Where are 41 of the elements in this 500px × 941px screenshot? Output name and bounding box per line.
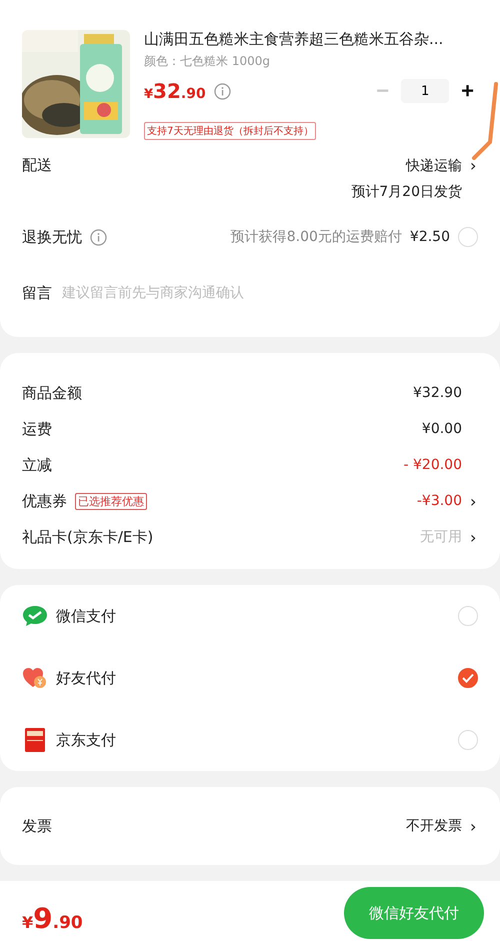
summary-value: ¥32.90	[413, 385, 462, 401]
summary-label: 礼品卡(京东卡/E卡)	[22, 528, 154, 546]
payment-option[interactable]: 微信支付	[56, 606, 116, 626]
coupon-tag: 已选推荐优惠	[75, 492, 147, 510]
quantity-field[interactable]: 1	[401, 79, 450, 103]
total-price: ¥9.90	[22, 901, 83, 936]
delivery-label: 配送	[22, 156, 52, 176]
insurance-checkbox[interactable]	[458, 227, 478, 247]
product-variant: 颜色：七色糙米 1000g	[144, 53, 271, 70]
insurance-note: 预计获得8.00元的运费赔付	[230, 228, 402, 246]
payment-option[interactable]: 京东支付	[56, 730, 116, 750]
delivery-method[interactable]: 快递运输	[406, 156, 462, 174]
return-policy-tag: 支持7天无理由退货（拆封后不支持）	[144, 122, 316, 140]
summary-value[interactable]: -¥3.00	[416, 493, 462, 509]
info-icon[interactable]	[214, 82, 231, 100]
summary-value: - ¥20.00	[404, 457, 462, 473]
product-title[interactable]: 山满田五色糙米主食营养超三色糙米五谷杂...	[144, 30, 478, 49]
insurance-label: 退换无忧	[22, 228, 82, 246]
insurance-price: ¥2.50	[410, 229, 450, 245]
invoice-value[interactable]: 不开发票	[406, 817, 462, 835]
summary-label: 运费	[22, 420, 52, 438]
message-label: 留言	[22, 284, 52, 302]
summary-label: 商品金额	[22, 384, 82, 402]
summary-value: ¥0.00	[422, 421, 462, 437]
plus-button[interactable]: +	[457, 78, 478, 104]
payment-radio[interactable]	[458, 668, 478, 688]
chevron-icon[interactable]: ›	[470, 156, 478, 175]
heart-coin-icon	[22, 666, 48, 690]
invoice-label: 发票	[22, 816, 52, 836]
chevron-icon[interactable]: ›	[470, 492, 478, 510]
chat-bubble-check-icon	[22, 605, 48, 627]
payment-option[interactable]: 好友代付	[56, 668, 116, 688]
delivery-eta: 预计7月20日发货	[351, 183, 462, 201]
chevron-icon[interactable]: ›	[470, 816, 478, 836]
checkmark-icon	[462, 673, 474, 683]
summary-label: 立减	[22, 456, 52, 474]
product-price: ¥32.90	[144, 78, 206, 104]
card-icon	[25, 728, 45, 752]
chevron-icon[interactable]: ›	[470, 528, 478, 546]
summary-label: 优惠券	[22, 492, 67, 510]
info-icon[interactable]	[90, 228, 107, 246]
